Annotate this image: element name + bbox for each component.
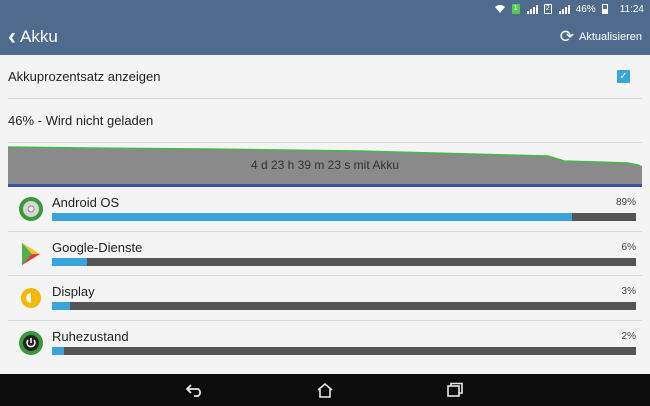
android-os-icon: [18, 194, 44, 224]
usage-bar-fill: [52, 346, 64, 355]
usage-item-google-services[interactable]: Google-Dienste 6%: [8, 232, 642, 276]
battery-content: Akkuprozentsatz anzeigen ✓ 46% - Wird ni…: [8, 55, 642, 365]
usage-name: Display: [52, 284, 95, 299]
usage-bar-fill: [52, 302, 70, 310]
usage-list: Android OS 89% Google-Dienste 6% Display…: [8, 187, 642, 365]
google-play-services-icon: [18, 239, 44, 269]
idle-power-icon: [18, 328, 44, 358]
show-percentage-row[interactable]: Akkuprozentsatz anzeigen ✓: [8, 55, 642, 99]
usage-bar-fill: [52, 213, 572, 221]
battery-status-row: 46% - Wird nicht geladen: [8, 99, 642, 143]
signal-1-icon: [526, 4, 538, 14]
signal-2-icon: [558, 4, 570, 14]
nav-home-button[interactable]: [305, 377, 345, 403]
clock: 11:24: [619, 3, 644, 15]
navigation-bar: [0, 374, 650, 406]
show-percentage-label: Akkuprozentsatz anzeigen: [8, 69, 161, 84]
battery-history-graph[interactable]: 4 d 23 h 39 m 23 s mit Akku: [8, 143, 642, 187]
chevron-left-icon: ‹: [8, 22, 16, 50]
battery-icon: [601, 4, 608, 14]
usage-bar-fill: [52, 257, 88, 266]
usage-name: Google-Dienste: [52, 239, 143, 255]
battery-duration-label: 4 d 23 h 39 m 23 s mit Akku: [250, 158, 400, 172]
nav-back-button[interactable]: [175, 377, 215, 403]
refresh-icon: ⟳: [559, 27, 575, 46]
back-arrow-icon: [185, 384, 201, 397]
recent-apps-icon: [447, 382, 463, 397]
usage-percent: 6%: [621, 241, 636, 253]
usage-item-display[interactable]: Display 3%: [8, 276, 642, 321]
usage-name: Android OS: [52, 195, 120, 210]
usage-percent: 3%: [621, 286, 636, 297]
app-bar: ‹ Akku ⟳ Aktualisieren: [0, 18, 650, 55]
usage-item-idle[interactable]: Ruhezustand 2%: [8, 321, 642, 366]
usage-percent: 2%: [621, 330, 636, 342]
display-brightness-icon: [18, 283, 44, 313]
battery-percent-text: 46%: [575, 3, 596, 15]
sim-2-icon: 2: [543, 4, 552, 14]
refresh-button[interactable]: ⟳ Aktualisieren: [560, 28, 650, 45]
usage-bar: [52, 346, 636, 355]
battery-status-text: 46% - Wird nicht geladen: [8, 113, 154, 128]
status-bar: 1 2 46% 11:24: [0, 0, 650, 18]
usage-percent: 89%: [615, 197, 636, 208]
usage-item-android-os[interactable]: Android OS 89%: [8, 187, 642, 232]
usage-bar: [52, 213, 636, 221]
back-button[interactable]: ‹ Akku: [0, 22, 58, 50]
sim-1-icon: 1: [511, 4, 520, 14]
refresh-label: Aktualisieren: [579, 30, 642, 43]
usage-bar: [52, 257, 636, 266]
nav-recents-button[interactable]: [435, 377, 475, 403]
wifi-icon: [494, 4, 506, 14]
show-percentage-checkbox[interactable]: ✓: [617, 70, 630, 83]
usage-bar: [52, 302, 636, 310]
page-title: Akku: [20, 26, 58, 46]
usage-name: Ruhezustand: [52, 328, 129, 344]
home-icon: [317, 382, 333, 398]
